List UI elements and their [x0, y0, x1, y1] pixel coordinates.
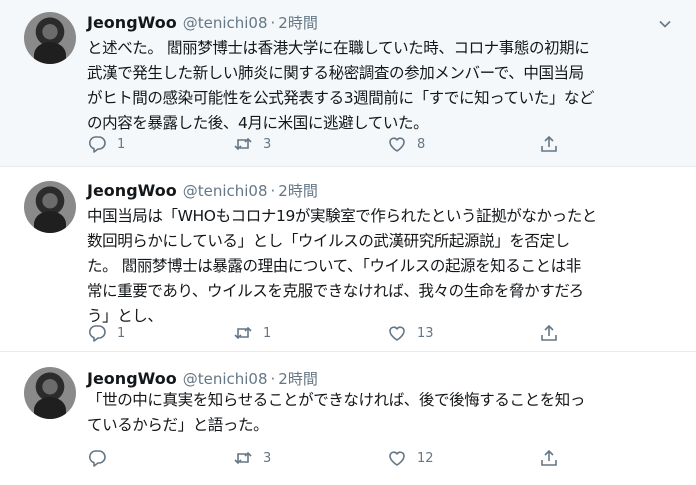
retweet-icon [234, 451, 252, 465]
like-count: 8 [417, 136, 426, 152]
tweet-text: と述べた。 閻丽梦博士は香港大学に在職していた時、コロナ事態の初期に 武漢で発生… [87, 39, 595, 132]
reply-button[interactable]: 1 [87, 133, 125, 155]
user-handle[interactable]: @tenichi08 [183, 14, 268, 32]
like-count: 13 [417, 325, 434, 341]
reply-icon [88, 325, 106, 342]
reply-icon [88, 450, 106, 467]
tweet-text: 中国当局は「WHOもコロナ19が実験室で作られたという証拠がなかったと 数回明ら… [87, 207, 597, 325]
timestamp[interactable]: 2時間 [278, 368, 318, 389]
retweet-count: 1 [263, 325, 272, 341]
display-name[interactable]: JeongWoo [87, 13, 177, 32]
like-icon [389, 137, 405, 152]
share-icon [541, 449, 557, 466]
retweet-button[interactable]: 3 [233, 133, 271, 155]
like-button[interactable]: 8 [387, 133, 425, 155]
reply-button[interactable] [87, 447, 117, 469]
share-button[interactable] [539, 447, 559, 469]
avatar[interactable] [24, 367, 76, 419]
share-icon [541, 135, 557, 152]
tweet-text: 「世の中に真実を知らせることができなければ、後で後悔することを知っ ているからだ… [87, 391, 585, 434]
share-icon [541, 324, 557, 341]
tweet[interactable]: JeongWoo @tenichi08 · 2時間 「世の中に真実を知らせること… [0, 352, 696, 485]
user-handle[interactable]: @tenichi08 [183, 370, 268, 388]
avatar[interactable] [24, 12, 76, 64]
share-button[interactable] [539, 322, 559, 344]
reply-count: 1 [117, 325, 126, 341]
tweet-actions: 1 3 8 [87, 133, 567, 155]
reply-count: 1 [117, 136, 126, 152]
like-count: 12 [417, 450, 434, 466]
chevron-down-icon[interactable] [658, 16, 672, 30]
like-button[interactable]: 13 [387, 322, 434, 344]
tweet[interactable]: JeongWoo @tenichi08 · 2時間 と述べた。 閻丽梦博士は香港… [0, 0, 696, 166]
user-handle[interactable]: @tenichi08 [183, 182, 268, 200]
reply-icon [88, 136, 106, 153]
timestamp[interactable]: 2時間 [278, 12, 318, 33]
timestamp[interactable]: 2時間 [278, 180, 318, 201]
retweet-icon [234, 137, 252, 151]
tweet-actions: 3 12 [87, 447, 567, 469]
timeline-feed: JeongWoo @tenichi08 · 2時間 と述べた。 閻丽梦博士は香港… [0, 0, 696, 485]
retweet-button[interactable]: 3 [233, 447, 271, 469]
display-name[interactable]: JeongWoo [87, 181, 177, 200]
meta-separator: · [270, 14, 276, 32]
tweet-header: JeongWoo @tenichi08 · 2時間 [87, 368, 318, 388]
display-name[interactable]: JeongWoo [87, 369, 177, 388]
reply-button[interactable]: 1 [87, 322, 125, 344]
tweet-actions: 1 1 13 [87, 322, 567, 344]
like-icon [389, 451, 405, 466]
meta-separator: · [270, 182, 276, 200]
tweet-header: JeongWoo @tenichi08 · 2時間 [87, 180, 318, 200]
retweet-count: 3 [263, 136, 272, 152]
retweet-count: 3 [263, 450, 272, 466]
like-icon [389, 326, 405, 341]
like-button[interactable]: 12 [387, 447, 434, 469]
tweet-header: JeongWoo @tenichi08 · 2時間 [87, 12, 318, 32]
share-button[interactable] [539, 133, 559, 155]
tweet[interactable]: JeongWoo @tenichi08 · 2時間 中国当局は「WHOもコロナ1… [0, 167, 696, 351]
retweet-button[interactable]: 1 [233, 322, 271, 344]
avatar[interactable] [24, 181, 76, 233]
retweet-icon [234, 326, 252, 340]
meta-separator: · [270, 370, 276, 388]
